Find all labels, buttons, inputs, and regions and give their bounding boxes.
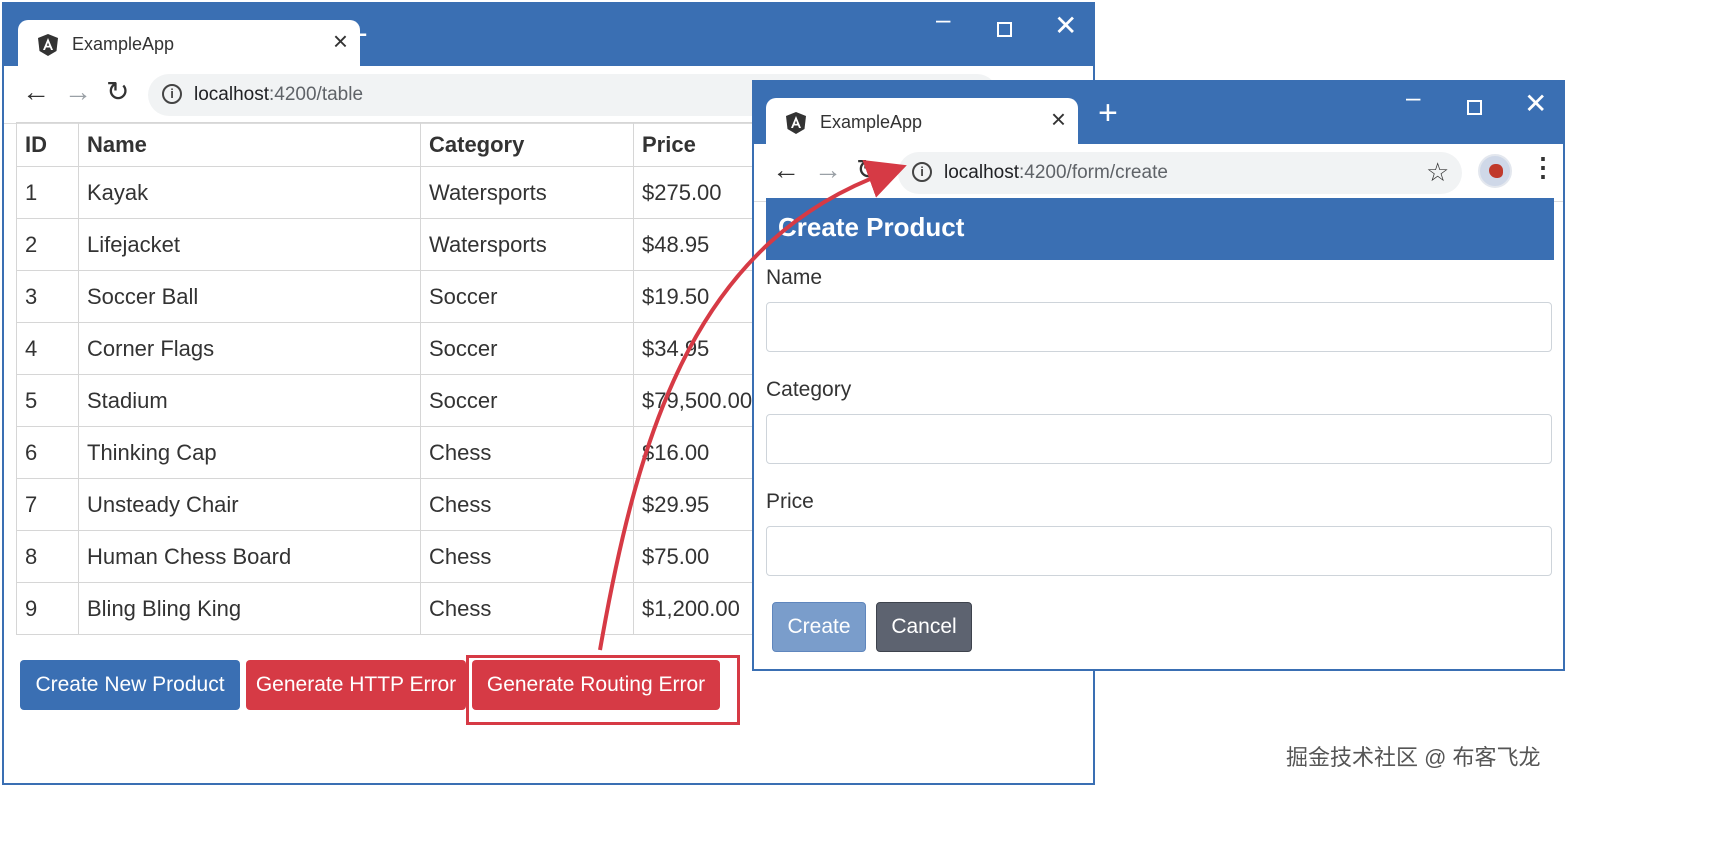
column-header: Name [78, 122, 421, 167]
table-row: 3 Soccer Ball Soccer $19.50 [16, 270, 774, 323]
table-row: 9 Bling Bling King Chess $1,200.00 [16, 582, 774, 635]
cell-name: Bling Bling King [78, 582, 421, 635]
cell-category: Soccer [420, 374, 634, 427]
title-bar: ExampleApp × + – ✕ [754, 82, 1563, 148]
cell-name: Unsteady Chair [78, 478, 421, 531]
plus-icon[interactable]: + [348, 18, 368, 52]
forward-arrow-icon[interactable]: → [814, 156, 842, 184]
category-label: Category [766, 378, 852, 401]
plus-icon[interactable]: + [1098, 96, 1118, 130]
back-arrow-icon[interactable]: ← [772, 156, 800, 184]
name-label: Name [766, 266, 823, 289]
table-row: 8 Human Chess Board Chess $75.00 [16, 530, 774, 583]
angular-logo-icon [786, 112, 806, 134]
generate-routing-error-button[interactable]: Generate Routing Error [472, 660, 720, 710]
price-input[interactable] [766, 526, 1552, 576]
url-text: localhost:4200/table [194, 84, 364, 105]
cell-category: Chess [420, 582, 634, 635]
table-row: 4 Corner Flags Soccer $34.95 [16, 322, 774, 375]
name-input[interactable] [766, 302, 1552, 352]
table-row: 2 Lifejacket Watersports $48.95 [16, 218, 774, 271]
cell-name: Soccer Ball [78, 270, 421, 323]
address-bar[interactable]: i localhost:4200/form/create ☆ [898, 152, 1462, 194]
column-header: ID [16, 122, 79, 167]
cell-id: 5 [16, 374, 79, 427]
cell-id: 2 [16, 218, 79, 271]
title-bar: ExampleApp × + – ✕ [4, 4, 1093, 70]
maximize-icon[interactable] [1467, 100, 1482, 115]
forward-arrow-icon[interactable]: → [64, 78, 92, 106]
window-close-icon[interactable]: ✕ [1524, 90, 1547, 118]
price-label: Price [766, 490, 814, 513]
tab-title: ExampleApp [820, 112, 923, 132]
cell-id: 4 [16, 322, 79, 375]
column-header: Category [420, 122, 634, 167]
cell-id: 7 [16, 478, 79, 531]
browser-tab[interactable]: ExampleApp × [18, 20, 360, 70]
maximize-icon[interactable] [997, 22, 1012, 37]
table-row: 7 Unsteady Chair Chess $29.95 [16, 478, 774, 531]
cell-category: Watersports [420, 218, 634, 271]
cell-id: 1 [16, 166, 79, 219]
url-text: localhost:4200/form/create [944, 162, 1168, 183]
cell-name: Human Chess Board [78, 530, 421, 583]
cell-category: Chess [420, 426, 634, 479]
form-browser-window: ExampleApp × + – ✕ ← → ↻ i localhost:420… [752, 80, 1565, 671]
table-header-row: ID Name Category Price [16, 122, 774, 167]
info-icon[interactable]: i [912, 162, 932, 182]
watermark-text: 掘金技术社区 @ 布客飞龙 [1286, 745, 1541, 770]
cell-name: Kayak [78, 166, 421, 219]
angular-logo-icon [38, 34, 58, 56]
info-icon[interactable]: i [162, 84, 182, 104]
form-header: Create Product [766, 198, 1554, 260]
minimize-icon[interactable]: – [936, 6, 950, 32]
cell-id: 8 [16, 530, 79, 583]
cell-name: Lifejacket [78, 218, 421, 271]
star-icon[interactable]: ☆ [1426, 157, 1449, 188]
category-input[interactable] [766, 414, 1552, 464]
close-icon[interactable]: × [333, 28, 348, 54]
cell-category: Soccer [420, 270, 634, 323]
browser-toolbar: ← → ↻ i localhost:4200/form/create ☆ ⋮ [754, 144, 1563, 202]
close-icon[interactable]: × [1051, 106, 1066, 132]
table-row: 6 Thinking Cap Chess $16.00 [16, 426, 774, 479]
cell-category: Soccer [420, 322, 634, 375]
cell-category: Chess [420, 478, 634, 531]
generate-http-error-button[interactable]: Generate HTTP Error [246, 660, 466, 710]
reload-icon[interactable]: ↻ [106, 78, 129, 106]
cell-id: 6 [16, 426, 79, 479]
products-table: ID Name Category Price 1 Kayak Watersports… [16, 122, 774, 635]
table-row: 1 Kayak Watersports $275.00 [16, 166, 774, 219]
profile-avatar-icon[interactable] [1478, 154, 1512, 188]
back-arrow-icon[interactable]: ← [22, 78, 50, 106]
browser-tab[interactable]: ExampleApp × [766, 98, 1078, 148]
create-button[interactable]: Create [772, 602, 866, 652]
window-close-icon[interactable]: ✕ [1054, 12, 1077, 40]
cell-category: Watersports [420, 166, 634, 219]
cell-name: Corner Flags [78, 322, 421, 375]
cell-name: Stadium [78, 374, 421, 427]
cancel-button[interactable]: Cancel [876, 602, 972, 652]
reload-icon[interactable]: ↻ [856, 156, 879, 184]
tab-title: ExampleApp [72, 34, 175, 54]
cell-category: Chess [420, 530, 634, 583]
table-row: 5 Stadium Soccer $79,500.00 [16, 374, 774, 427]
cell-name: Thinking Cap [78, 426, 421, 479]
kebab-menu-icon[interactable]: ⋮ [1530, 154, 1556, 180]
minimize-icon[interactable]: – [1406, 84, 1420, 110]
cell-id: 9 [16, 582, 79, 635]
create-new-product-button[interactable]: Create New Product [20, 660, 240, 710]
cell-id: 3 [16, 270, 79, 323]
